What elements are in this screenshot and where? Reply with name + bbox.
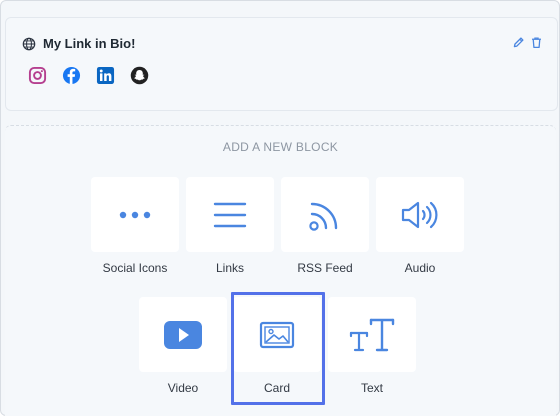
profile-card[interactable]: My Link in Bio! [5, 17, 558, 111]
profile-title: My Link in Bio! [22, 36, 135, 51]
dots-icon [119, 211, 151, 218]
trash-icon[interactable] [530, 36, 543, 49]
block-label-social-icons: Social Icons [102, 261, 168, 275]
block-tile-text[interactable] [328, 297, 416, 372]
rss-icon [309, 202, 338, 231]
block-label-rss-feed: RSS Feed [297, 261, 353, 275]
profile-actions [512, 36, 543, 49]
block-label-video: Video [167, 381, 199, 395]
block-tile-rss-feed[interactable] [281, 177, 369, 252]
add-block-heading: ADD A NEW BLOCK [222, 140, 339, 154]
block-label-text: Text [360, 381, 383, 395]
block-tile-video[interactable] [139, 297, 227, 372]
play-icon [164, 320, 202, 349]
instagram-icon[interactable] [28, 66, 47, 85]
pencil-icon[interactable] [512, 36, 525, 49]
selected-block-highlight [231, 292, 325, 405]
app-frame: My Link in Bio! ADD A NEW BLOCK Social I… [0, 0, 560, 416]
block-tile-social-icons[interactable] [91, 177, 179, 252]
profile-title-text: My Link in Bio! [43, 36, 136, 51]
block-tile-audio[interactable] [376, 177, 464, 252]
linkedin-icon[interactable] [96, 66, 115, 85]
block-label-links: Links [215, 261, 244, 275]
text-icon [349, 318, 395, 351]
globe-icon [22, 37, 36, 50]
social-icons-row [28, 66, 149, 85]
snapchat-icon[interactable] [130, 66, 149, 85]
lines-icon [213, 202, 247, 227]
facebook-icon[interactable] [62, 66, 81, 85]
block-label-audio: Audio [404, 261, 436, 275]
block-tile-links[interactable] [186, 177, 274, 252]
speaker-icon [401, 201, 438, 228]
